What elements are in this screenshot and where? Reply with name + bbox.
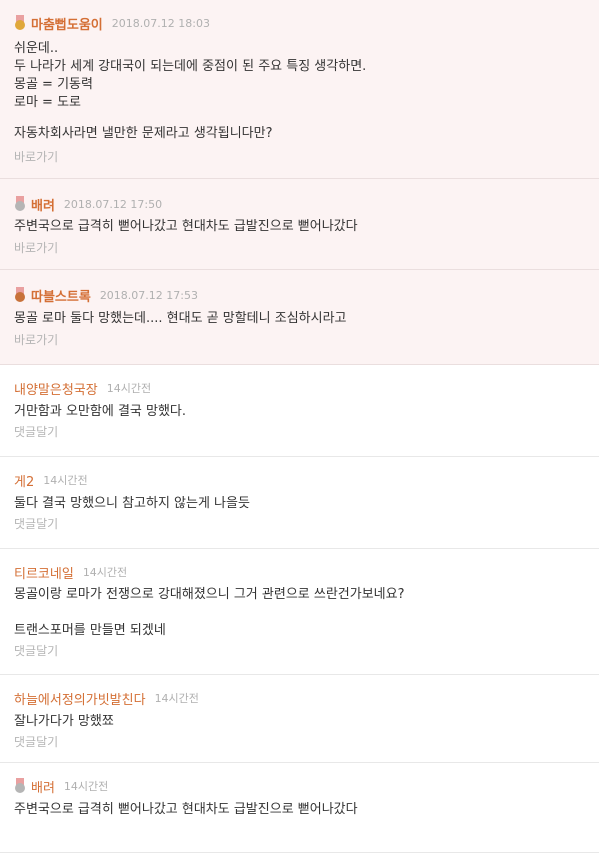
bronze-medal-icon (14, 287, 26, 303)
reply-link[interactable]: 댓글달기 (14, 423, 58, 440)
silver-medal-icon (14, 196, 26, 212)
comment: 내양말은청국장 14시간전 거만함과 오만함에 결국 망했다. 댓글달기 (0, 365, 599, 457)
comment-time: 14시간전 (106, 382, 152, 395)
comment-text-line: 잘나가다가 망했쬬 (14, 714, 114, 729)
comment-text-line: 주변국으로 급격히 뻗어나갔고 현대차도 급발진으로 뻗어나갔다 (14, 802, 358, 817)
comment-time: 2018.07.12 17:50 (63, 197, 163, 211)
reply-link[interactable]: 댓글달기 (14, 733, 58, 750)
comment-nickname[interactable]: 하늘에서정의가빗발친다 (14, 689, 146, 708)
best-comment: 따블스트록 2018.07.12 17:53 몽골 로마 둘다 망했는데....… (0, 270, 599, 365)
comment-nickname[interactable]: 게2 (14, 471, 34, 490)
comment-nickname[interactable]: 배려 (31, 777, 55, 796)
comment-header: 하늘에서정의가빗발친다 14시간전 (14, 689, 199, 708)
comment-time: 14시간전 (82, 566, 128, 579)
silver-medal-icon (14, 778, 26, 794)
comment-text-line: 로마 = 도로 (14, 95, 81, 110)
comment: 배려 14시간전 주변국으로 급격히 뻗어나갔고 현대차도 급발진으로 뻗어나갔… (0, 763, 599, 853)
comment-text-line: 몽골 로마 둘다 망했는데.... 현대도 곧 망할테니 조심하시라고 (14, 311, 347, 326)
comment: 게2 14시간전 둘다 결국 망했으니 참고하지 않는게 나을듯 댓글달기 (0, 457, 599, 549)
goto-link[interactable]: 바로가기 (14, 239, 58, 256)
comment-nickname[interactable]: 마춤뻡도움이 (31, 14, 103, 33)
best-comment: 배려 2018.07.12 17:50 주변국으로 급격히 뻗어나갔고 현대차도… (0, 179, 599, 270)
comment-header: 배려 14시간전 (14, 777, 109, 796)
comment-nickname[interactable]: 따블스트록 (31, 286, 91, 305)
comment-text-line: 트랜스포머를 만들면 되겠네 (14, 623, 166, 638)
comment-time: 2018.07.12 18:03 (111, 16, 210, 30)
comment-text-line: 주변국으로 급격히 뻗어나갔고 현대차도 급발진으로 뻗어나갔다 (14, 219, 358, 234)
goto-link[interactable]: 바로가기 (14, 331, 58, 348)
best-comment: 마춤뻡도움이 2018.07.12 18:03 쉬운데.. 두 나라가 세계 강… (0, 0, 599, 179)
comment-text-line: 둘다 결국 망했으니 참고하지 않는게 나을듯 (14, 496, 250, 511)
reply-link[interactable]: 댓글달기 (14, 515, 58, 532)
comment-text-line: 쉬운데.. (14, 41, 59, 56)
comment-header: 마춤뻡도움이 2018.07.12 18:03 (14, 14, 210, 33)
comment-nickname[interactable]: 내양말은청국장 (14, 379, 98, 398)
reply-link[interactable]: 댓글달기 (14, 642, 58, 659)
gold-medal-icon (14, 15, 26, 31)
comment-header: 티르코네일 14시간전 (14, 563, 128, 582)
comment-header: 게2 14시간전 (14, 471, 88, 490)
comment-list: 마춤뻡도움이 2018.07.12 18:03 쉬운데.. 두 나라가 세계 강… (0, 0, 599, 853)
comment-text-line: 자동차회사라면 낼만한 문제라고 생각됩니다만? (14, 126, 273, 141)
comment-time: 14시간전 (154, 692, 199, 705)
comment-header: 따블스트록 2018.07.12 17:53 (14, 286, 198, 305)
goto-link[interactable]: 바로가기 (14, 148, 58, 165)
comment-text-line: 두 나라가 세계 강대국이 되는데에 중점이 된 주요 특징 생각하면. (14, 59, 367, 74)
comment-time: 14시간전 (43, 474, 88, 487)
comment-text-line: 거만함과 오만함에 결국 망했다. (14, 404, 187, 419)
comment-header: 배려 2018.07.12 17:50 (14, 195, 163, 214)
comment-nickname[interactable]: 티르코네일 (14, 563, 74, 582)
comment-text-line: 몽골 = 기동력 (14, 77, 93, 92)
comment-time: 14시간전 (63, 780, 109, 793)
comment-time: 2018.07.12 17:53 (99, 288, 198, 302)
comment-text-line: 몽골이랑 로마가 전쟁으로 강대해졌으니 그거 관련으로 쓰란건가보네요? (14, 587, 405, 602)
comment-header: 내양말은청국장 14시간전 (14, 379, 152, 398)
comment: 티르코네일 14시간전 몽골이랑 로마가 전쟁으로 강대해졌으니 그거 관련으로… (0, 549, 599, 675)
comment-nickname[interactable]: 배려 (31, 195, 55, 214)
comment: 하늘에서정의가빗발친다 14시간전 잘나가다가 망했쬬 댓글달기 (0, 675, 599, 763)
